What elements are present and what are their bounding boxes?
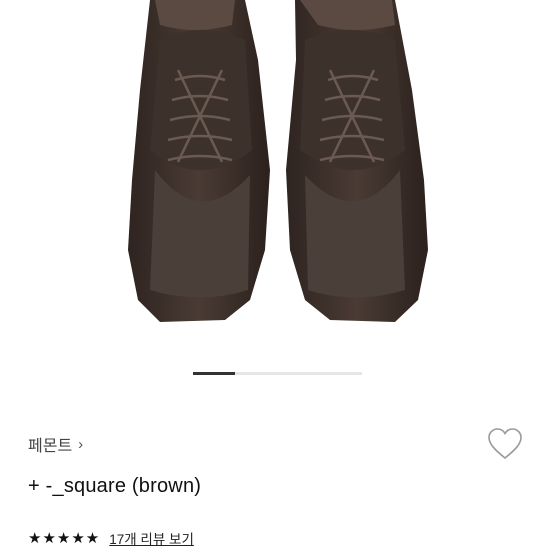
product-title: + -_square (brown) [28,475,202,497]
shoes-illustration [128,0,428,322]
brand-link[interactable]: 페몬트 › [28,432,83,456]
right-shoe [286,0,428,322]
star-rating-icons: ★★★★★ [28,530,101,547]
left-shoe [128,0,270,322]
product-image[interactable] [0,0,554,340]
brand-name: 페몬트 [28,438,73,455]
rating-row: ★★★★★ 17개 리뷰 보기 [28,528,194,548]
chevron-right-icon: › [78,435,84,453]
carousel-indicator-active [193,372,236,375]
carousel-indicator[interactable] [193,372,362,375]
wishlist-heart-icon[interactable] [487,427,523,461]
review-link[interactable]: 17개 리뷰 보기 [109,528,194,548]
